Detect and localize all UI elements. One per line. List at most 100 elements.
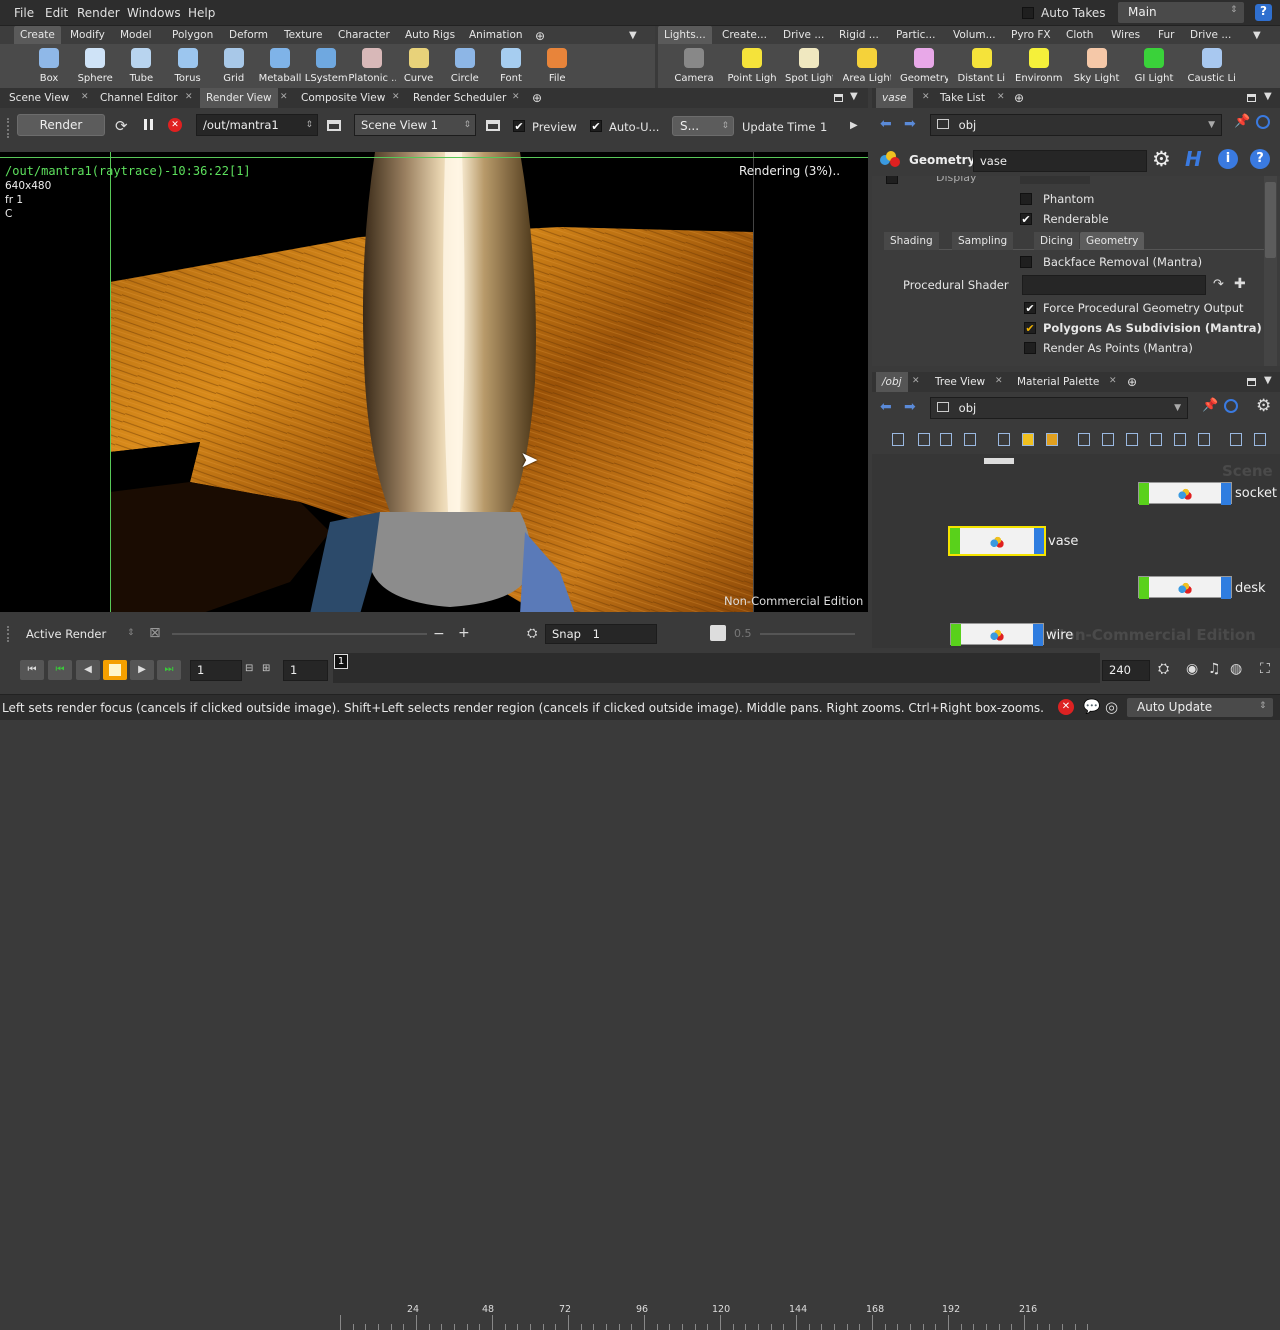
render-viewport[interactable]: /out/mantra1(raytrace)-10:36:22[1] 640x4…	[0, 150, 868, 612]
grid-icon[interactable]	[940, 433, 952, 446]
tool-torus[interactable]: Torus	[164, 44, 212, 88]
start-frame-field[interactable]: 1	[283, 660, 328, 681]
forward-arrow-icon[interactable]: ➡	[904, 116, 916, 132]
network-grid-icon[interactable]	[1198, 433, 1210, 446]
stop-cook-icon[interactable]: ✕	[1058, 699, 1074, 715]
add-tab-icon[interactable]: ⊕	[1014, 91, 1024, 105]
close-tab-icon[interactable]: ✕	[1109, 377, 1118, 386]
pane-menu-icon[interactable]: ▼	[1264, 91, 1272, 102]
shader-jump-icon[interactable]: ↷	[1213, 277, 1224, 292]
stop-icon[interactable]	[103, 660, 127, 680]
shelf-tab-create-dyn[interactable]: Create...	[716, 26, 773, 44]
shelf-tab-character[interactable]: Character	[332, 26, 396, 44]
stop-render-icon[interactable]: ✕	[168, 118, 182, 132]
sticky-note-icon[interactable]	[1022, 433, 1034, 446]
tab-tree-view[interactable]: Tree View	[929, 372, 991, 392]
tab-vase[interactable]: vase	[876, 88, 913, 108]
shelf-tab-polygon[interactable]: Polygon	[166, 26, 219, 44]
help-icon[interactable]: ?	[1250, 149, 1270, 169]
refresh-icon[interactable]: ⟳	[115, 117, 128, 135]
tab-material-palette[interactable]: Material Palette	[1011, 372, 1105, 392]
tool-distant-light[interactable]: Distant Li...	[958, 44, 1006, 88]
update-mode-selector[interactable]: Auto Update ⇕	[1127, 698, 1273, 717]
home-icon[interactable]	[1254, 433, 1266, 446]
shader-choose-icon[interactable]: ✚	[1234, 276, 1246, 292]
add-tab-icon[interactable]: ⊕	[1127, 375, 1137, 389]
shelf-tab-rigid[interactable]: Rigid ...	[833, 26, 885, 44]
shelf-tab-cloth[interactable]: Cloth	[1060, 26, 1099, 44]
end-frame-field[interactable]: 240	[1102, 660, 1150, 681]
close-tab-icon[interactable]: ✕	[912, 377, 921, 386]
note-icon[interactable]	[918, 433, 930, 446]
sound-icon[interactable]: ♫	[1208, 661, 1221, 677]
shelf-tab-modify[interactable]: Modify	[64, 26, 111, 44]
shelf-tab-auto-rigs[interactable]: Auto Rigs	[399, 26, 461, 44]
zoom-in-icon[interactable]: +	[458, 625, 470, 641]
link-icon[interactable]	[1256, 115, 1270, 129]
shelf-tab-model[interactable]: Model	[114, 26, 158, 44]
pause-icon[interactable]	[144, 119, 147, 130]
maximize-icon[interactable]	[834, 94, 843, 102]
tool-spot-light[interactable]: Spot Light	[785, 44, 833, 88]
tool-lsystem[interactable]: LSystem	[302, 44, 350, 88]
performance-icon[interactable]: ◎	[1105, 698, 1118, 716]
subtab-geometry[interactable]: Geometry	[1080, 232, 1145, 250]
align-vertical-icon[interactable]	[1126, 433, 1138, 446]
render-button[interactable]: Render	[17, 114, 105, 136]
align-icon[interactable]	[1078, 433, 1090, 446]
subtab-shading[interactable]: Shading	[884, 232, 939, 250]
param-scrollbar-thumb[interactable]	[1265, 182, 1276, 258]
menu-file[interactable]: File	[14, 6, 34, 20]
pane-menu-icon[interactable]: ▼	[850, 91, 858, 102]
zoom-icon[interactable]	[1230, 433, 1242, 446]
update-time-field[interactable]: 1	[820, 120, 827, 134]
auto-update-checkbox[interactable]	[590, 120, 602, 132]
add-shelf-icon[interactable]: ⊕	[535, 29, 545, 43]
menu-edit[interactable]: Edit	[45, 6, 68, 20]
zoom-out-icon[interactable]: −	[433, 626, 445, 642]
back-arrow-icon[interactable]: ⬅	[880, 399, 892, 415]
tool-geometry-light[interactable]: Geometry...	[900, 44, 948, 88]
shelf-tab-texture[interactable]: Texture	[278, 26, 328, 44]
close-tab-icon[interactable]: ✕	[81, 93, 90, 102]
message-icon[interactable]: 💬	[1083, 699, 1100, 715]
add-tab-icon[interactable]: ⊕	[532, 91, 542, 105]
output-driver-jump-icon[interactable]	[327, 120, 341, 131]
shelf-menu-icon[interactable]: ▼	[629, 30, 637, 41]
list-icon[interactable]	[892, 433, 904, 446]
tool-metaball[interactable]: Metaball	[256, 44, 304, 88]
polygons-subdivision-checkbox[interactable]	[1024, 322, 1036, 334]
tool-environment-light[interactable]: Environm...	[1015, 44, 1063, 88]
tool-tube[interactable]: Tube	[117, 44, 165, 88]
network-path-field[interactable]: obj ▼	[930, 397, 1188, 419]
tool-grid[interactable]: Grid	[210, 44, 258, 88]
layout-icon[interactable]	[998, 433, 1010, 446]
subtab-dicing[interactable]: Dicing	[1034, 232, 1080, 250]
menu-render[interactable]: Render	[77, 6, 120, 20]
snapshot-selector[interactable]: S... ⇕	[672, 116, 734, 136]
jump-to-start-icon[interactable]: ⏮	[20, 660, 44, 680]
node-socket[interactable]	[1138, 482, 1232, 505]
node-desk[interactable]	[1138, 576, 1232, 599]
display-checkbox[interactable]	[886, 176, 898, 184]
tab-composite-view[interactable]: Composite View	[295, 88, 391, 108]
tool-sky-light[interactable]: Sky Light	[1073, 44, 1121, 88]
node-vase[interactable]	[948, 526, 1046, 556]
shelf-tab-drive-2[interactable]: Drive ...	[1184, 26, 1237, 44]
link-icon[interactable]	[1224, 399, 1238, 413]
realtime-icon[interactable]: ◉	[1186, 661, 1198, 677]
menu-windows[interactable]: Windows	[127, 6, 181, 20]
align-horizontal-icon[interactable]	[1102, 433, 1114, 446]
render-history-slider[interactable]	[172, 633, 427, 635]
toolbar-scroll-right-icon[interactable]: ▶	[850, 120, 858, 131]
tab-channel-editor[interactable]: Channel Editor	[94, 88, 184, 108]
close-tab-icon[interactable]: ✕	[997, 93, 1006, 102]
grid-snap-icon[interactable]	[1174, 433, 1186, 446]
auto-takes-checkbox[interactable]	[1022, 7, 1034, 19]
tab-take-list[interactable]: Take List	[934, 88, 991, 108]
shelf-tab-pyro-fx[interactable]: Pyro FX	[1005, 26, 1057, 44]
tool-sphere[interactable]: Sphere	[71, 44, 119, 88]
tab-obj[interactable]: /obj	[876, 372, 908, 392]
network-editor[interactable]: Scene Non-Commercial Edition socket vase…	[872, 454, 1280, 648]
menu-help[interactable]: Help	[188, 6, 215, 20]
